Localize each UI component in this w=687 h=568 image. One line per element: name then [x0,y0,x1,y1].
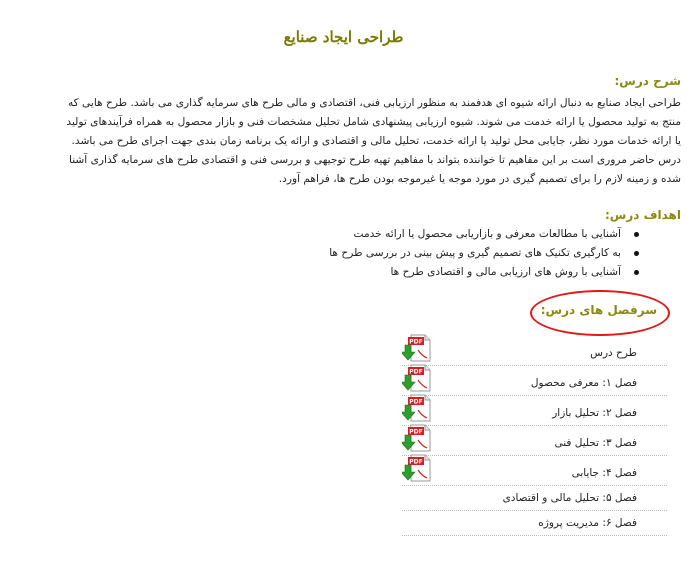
objective-item: آشنایی با روش های ارزیابی مالی و اقتصادی… [329,263,669,282]
syllabus-heading: سرفصل های درس: [540,303,657,317]
description-heading: شرح درس: [614,74,681,88]
syllabus-item-label: فصل ۶: مدیریت پروژه [538,517,637,529]
objectives-heading: اهداف درس: [604,208,681,222]
pdf-download-icon[interactable]: PDF [402,423,432,453]
pdf-download-icon[interactable]: PDF [402,453,432,483]
svg-text:PDF: PDF [409,339,422,346]
syllabus-item-label: طرح درس [590,347,637,359]
pdf-download-icon[interactable]: PDF [402,393,432,423]
syllabus-item-label: فصل ۵: تحلیل مالی و اقتصادی [502,492,637,504]
page-title: طراحی ایجاد صنایع [283,28,404,46]
description-line: منتج به تولید محصول یا ارائه خدمت می شون… [66,116,681,128]
course-page: طراحی ایجاد صنایع شرح درس: طراحی ایجاد ص… [0,0,687,568]
objectives-list: آشنایی با مطالعات معرفی و بازاریابی محصو… [329,225,669,282]
syllabus-row[interactable]: طرح درس PDF [402,333,667,366]
syllabus-row[interactable]: فصل ۳: تحلیل فنی PDF [402,423,667,456]
objective-item: آشنایی با مطالعات معرفی و بازاریابی محصو… [329,225,669,244]
objective-item: به کارگیری تکنیک های تصمیم گیری و پیش بی… [329,244,669,263]
syllabus-item-label: فصل ۳: تحلیل فنی [554,437,637,449]
svg-text:PDF: PDF [409,429,422,436]
svg-text:PDF: PDF [409,369,422,376]
description-line: یا ارائه خدمات مورد نظر، جایابی محل تولی… [71,135,681,147]
syllabus-item-label: فصل ۲: تحلیل بازار [552,407,637,419]
syllabus-item-label: فصل ۴: جایابی [571,467,637,479]
syllabus-row[interactable]: فصل ۲: تحلیل بازار PDF [402,393,667,426]
description-text: طراحی ایجاد صنایع به دنبال ارائه شیوه ای… [11,94,681,189]
pdf-download-icon[interactable]: PDF [402,333,432,363]
pdf-download-icon[interactable]: PDF [402,363,432,393]
syllabus-row[interactable]: فصل ۶: مدیریت پروژه [402,506,667,536]
syllabus-row[interactable]: فصل ۱: معرفی محصول PDF [402,363,667,396]
svg-text:PDF: PDF [409,459,422,466]
svg-text:PDF: PDF [409,399,422,406]
description-line: درس حاضر مروری است بر این مفاهیم تا خوان… [69,154,681,166]
syllabus-item-label: فصل ۱: معرفی محصول [530,377,637,389]
description-line: طراحی ایجاد صنایع به دنبال ارائه شیوه ای… [67,97,681,109]
description-line: شده و زمینه لازم را برای تصمیم گیری در م… [278,173,681,185]
